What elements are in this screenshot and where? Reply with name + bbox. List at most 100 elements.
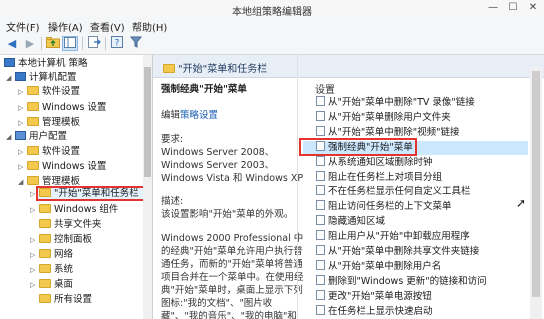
minimize-button[interactable]: — [486, 2, 500, 14]
expand-arrow-icon[interactable]: ▷ [30, 187, 39, 201]
forward-icon[interactable]: ▶ [22, 36, 38, 51]
expand-arrow-icon[interactable]: ▷ [30, 248, 39, 262]
toolbar-separator [105, 37, 106, 50]
tree-item-control-panel[interactable]: ▷ 控制面板 [30, 233, 92, 247]
tree-item-label: 控制面板 [54, 234, 93, 245]
tree-item-label: 软件设置 [42, 146, 81, 157]
list-scrollbar[interactable] [530, 67, 542, 319]
expand-arrow-icon[interactable]: ▷ [18, 145, 27, 159]
up-folder-icon[interactable] [45, 36, 61, 51]
tree-item-system[interactable]: ▷ 系统 [30, 263, 73, 277]
title-bar: 本地组策略编辑器 — ☐ ✕ [0, 0, 544, 18]
tree-item-start-menu-taskbar[interactable]: ▷ "开始"菜单和任务栏 [30, 187, 139, 201]
expand-arrow-icon[interactable]: ▷ [30, 233, 39, 247]
tree-item-uc-windows[interactable]: ▷ Windows 设置 [18, 160, 106, 174]
policy-setting-icon [316, 289, 325, 300]
list-item-label: 在任务栏上显示快速启动 [328, 305, 433, 317]
list-item-label: 从"开始"菜单删除用户文件夹 [328, 111, 451, 123]
close-button[interactable]: ✕ [526, 2, 540, 14]
policy-setting-icon [316, 96, 325, 106]
requirements-label: 要求: [161, 134, 184, 145]
menu-action[interactable]: 操作(A) [48, 19, 83, 34]
tree-item-all-settings[interactable]: 所有设置 [30, 293, 92, 307]
list-item-label: 阻止用户从"开始"中卸载应用程序 [328, 231, 470, 243]
tree-item-label: 桌面 [54, 279, 74, 290]
list-item-label: 从"开始"菜单中删除"视频"链接 [328, 126, 460, 138]
folder-icon [39, 294, 51, 303]
collapse-arrow-icon[interactable]: ◢ [6, 71, 15, 85]
tree-item-computer-config[interactable]: ◢ 计算机配置 [6, 71, 77, 85]
list-item[interactable]: 阻止在任务栏上对项目分组 [303, 170, 528, 185]
list-item[interactable]: 更改"开始"菜单电源按钮 [303, 289, 528, 304]
list-item[interactable]: 从"开始"菜单中删除"TV 录像"链接 [303, 96, 528, 110]
menu-file[interactable]: 文件(F) [6, 19, 40, 34]
tree-item-uc-software[interactable]: ▷ 软件设置 [18, 145, 80, 159]
policy-setting-icon [316, 200, 325, 211]
list-item[interactable]: 删除到"Windows 更新"的链接和访问 [303, 274, 528, 289]
list-item[interactable]: 从"开始"菜单中删除用户名 [303, 259, 528, 274]
export-icon[interactable] [86, 36, 102, 51]
window-title: 本地组策略编辑器 [232, 7, 312, 18]
policy-title: 强制经典"开始"菜单 [161, 84, 247, 95]
svg-text:?: ? [115, 39, 120, 49]
expand-arrow-icon[interactable]: ▷ [30, 263, 39, 277]
expand-arrow-icon[interactable]: ▷ [30, 203, 39, 217]
tree-scrollbar[interactable] [143, 55, 152, 319]
expand-arrow-icon[interactable]: ▷ [18, 160, 27, 174]
expand-arrow-icon[interactable]: ▷ [18, 101, 27, 115]
menu-view[interactable]: 查看(V) [90, 19, 125, 34]
list-item[interactable]: 从"开始"菜单删除用户文件夹 [303, 110, 528, 125]
list-item[interactable]: 阻止用户从"开始"中卸载应用程序 [303, 230, 528, 244]
folder-icon [27, 176, 39, 185]
tree-item-root[interactable]: 本地计算机 策略 [4, 57, 88, 71]
tree-item-cc-windows[interactable]: ▷ Windows 设置 [18, 101, 106, 115]
folder-icon [27, 117, 39, 126]
list-item-label: 删除到"Windows 更新"的链接和访问 [328, 275, 487, 287]
tree-item-windows-components[interactable]: ▷ Windows 组件 [30, 203, 118, 217]
pane-divider[interactable] [297, 55, 298, 319]
list-item-label: 隐藏通知区域 [328, 216, 386, 228]
edit-policy-link[interactable]: 策略设置 [180, 110, 218, 121]
tree-item-network[interactable]: ▷ 网络 [30, 248, 73, 262]
collapse-arrow-icon[interactable]: ◢ [18, 175, 27, 189]
column-header-setting[interactable]: 设置 [315, 81, 335, 96]
back-icon[interactable]: ◀ [4, 36, 20, 51]
expand-arrow-icon[interactable]: ▷ [30, 278, 39, 292]
show-tree-icon[interactable] [62, 36, 78, 51]
pane-header-title: "开始"菜单和任务栏 [163, 60, 267, 75]
computer-icon [4, 58, 15, 67]
selected-setting-highlight [299, 138, 417, 156]
expand-arrow-icon[interactable]: ▷ [18, 116, 27, 130]
list-item-label: 更改"开始"菜单电源按钮 [328, 290, 432, 302]
list-item[interactable]: 不在任务栏显示任何自定义工具栏 [303, 185, 528, 199]
tree-item-desktop[interactable]: ▷ 桌面 [30, 278, 73, 292]
menu-bar: 文件(F) 操作(A) 查看(V) 帮助(H) [0, 17, 544, 34]
list-scrollbar-thumb[interactable] [532, 71, 540, 297]
filter-icon[interactable] [128, 36, 144, 51]
requirements-text: Windows Server 2008、Windows Server 2003、… [161, 147, 304, 184]
policy-setting-icon [316, 245, 325, 255]
folder-icon [39, 264, 51, 273]
collapse-arrow-icon[interactable]: ◢ [6, 130, 15, 144]
tree-item-cc-software[interactable]: ▷ 软件设置 [18, 85, 80, 99]
tree-pane: 本地计算机 策略 ◢ 计算机配置 ▷ 软件设置 ▷ Windows 设置 ▷ 管理模板 … [0, 55, 153, 319]
tree-item-cc-admin[interactable]: ▷ 管理模板 [18, 116, 80, 130]
list-item[interactable]: 隐藏通知区域 [303, 215, 528, 229]
menu-help[interactable]: 帮助(H) [132, 19, 167, 34]
help-icon[interactable]: ? [109, 36, 125, 51]
folder-icon [39, 249, 51, 258]
description-body: Windows 2000 Professional 中的经典"开始"菜单允许用户… [161, 233, 304, 319]
tree-item-user-config[interactable]: ◢ 用户配置 [6, 130, 67, 144]
description-summary: 该设置影响"开始"菜单的外观。 [161, 209, 294, 220]
tree-scrollbar-thumb[interactable] [144, 67, 151, 177]
expand-arrow-icon[interactable]: ▷ [18, 85, 27, 99]
tree-item-shared-folders[interactable]: 共享文件夹 [30, 218, 102, 232]
list-item[interactable]: 阻止访问任务栏的上下文菜单 [303, 200, 528, 214]
tree-item-label: 管理模板 [42, 117, 81, 128]
computer-config-icon [15, 72, 26, 81]
list-item[interactable]: 在任务栏上显示快速启动 [303, 304, 528, 319]
maximize-button[interactable]: ☐ [506, 2, 520, 14]
list-item[interactable]: 从"开始"菜单中删除共享文件夹链接 [303, 245, 528, 259]
list-item[interactable]: 从系统通知区域删除时钟 [303, 155, 528, 170]
list-item-label: 阻止在任务栏上对项目分组 [328, 171, 443, 183]
